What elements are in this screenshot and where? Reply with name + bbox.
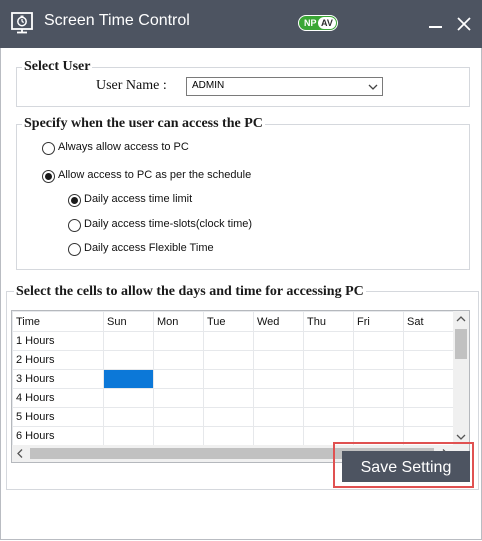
radio-label: Daily access time limit bbox=[84, 193, 193, 205]
schedule-cell-sun[interactable] bbox=[103, 331, 154, 351]
schedule-cell-thu[interactable] bbox=[303, 350, 354, 370]
scroll-left-icon[interactable] bbox=[12, 445, 28, 462]
schedule-cell-tue[interactable] bbox=[203, 369, 254, 389]
table-row: 4 Hours bbox=[12, 388, 454, 408]
schedule-header-row: Time Sun Mon Tue Wed Thu Fri Sat bbox=[12, 311, 454, 332]
row-header: 4 Hours bbox=[12, 388, 104, 408]
table-row: 2 Hours bbox=[12, 350, 454, 370]
table-row: 3 Hours bbox=[12, 369, 454, 389]
schedule-cell-sat[interactable] bbox=[403, 350, 454, 370]
vertical-scrollbar[interactable] bbox=[453, 311, 469, 445]
schedule-cell-fri[interactable] bbox=[353, 388, 404, 408]
schedule-cell-wed[interactable] bbox=[253, 388, 304, 408]
row-header: 2 Hours bbox=[12, 350, 104, 370]
radio-button[interactable] bbox=[42, 142, 55, 155]
schedule-cell-tue[interactable] bbox=[203, 426, 254, 446]
access-title: Specify when the user can access the PC bbox=[22, 116, 265, 132]
schedule-cell-thu[interactable] bbox=[303, 388, 354, 408]
schedule-cell-thu[interactable] bbox=[303, 331, 354, 351]
column-header-sat: Sat bbox=[403, 311, 454, 332]
schedule-cell-fri[interactable] bbox=[353, 331, 404, 351]
user-name-value: ADMIN bbox=[192, 80, 225, 91]
row-header: 6 Hours bbox=[12, 426, 104, 446]
schedule-cell-sun[interactable] bbox=[103, 388, 154, 408]
radio-button[interactable] bbox=[42, 170, 55, 183]
schedule-cell-tue[interactable] bbox=[203, 331, 254, 351]
scroll-up-icon[interactable] bbox=[453, 311, 469, 327]
schedule-cell-fri[interactable] bbox=[353, 369, 404, 389]
schedule-cell-tue[interactable] bbox=[203, 388, 254, 408]
schedule-cell-mon[interactable] bbox=[153, 331, 204, 351]
schedule-cell-sat[interactable] bbox=[403, 388, 454, 408]
schedule-cell-mon[interactable] bbox=[153, 426, 204, 446]
table-row: 5 Hours bbox=[12, 407, 454, 427]
radio-button[interactable] bbox=[68, 194, 81, 207]
schedule-cell-sun[interactable] bbox=[103, 426, 154, 446]
row-header: 1 Hours bbox=[12, 331, 104, 351]
radio-button[interactable] bbox=[68, 243, 81, 256]
user-name-label: User Name : bbox=[96, 78, 167, 93]
schedule-cell-mon[interactable] bbox=[153, 369, 204, 389]
brand-av: AV bbox=[318, 17, 336, 29]
radio-button[interactable] bbox=[68, 219, 81, 232]
radio-label: Always allow access to PC bbox=[58, 141, 189, 153]
radio-label: Daily access Flexible Time bbox=[84, 242, 214, 254]
vertical-scroll-thumb[interactable] bbox=[455, 329, 467, 359]
schedule-title: Select the cells to allow the days and t… bbox=[14, 284, 366, 300]
schedule-cell-thu[interactable] bbox=[303, 369, 354, 389]
column-header-wed: Wed bbox=[253, 311, 304, 332]
column-header-tue: Tue bbox=[203, 311, 254, 332]
column-header-time: Time bbox=[12, 311, 104, 332]
column-header-thu: Thu bbox=[303, 311, 354, 332]
schedule-cell-wed[interactable] bbox=[253, 350, 304, 370]
schedule-cell-wed[interactable] bbox=[253, 369, 304, 389]
schedule-cell-tue[interactable] bbox=[203, 407, 254, 427]
schedule-grid[interactable]: Time Sun Mon Tue Wed Thu Fri Sat 1 Hours 2 Hours 3… bbox=[11, 310, 470, 463]
column-header-sun: Sun bbox=[103, 311, 154, 332]
user-name-dropdown[interactable]: ADMIN bbox=[186, 77, 383, 96]
schedule-cell-wed[interactable] bbox=[253, 407, 304, 427]
column-header-fri: Fri bbox=[353, 311, 404, 332]
column-header-mon: Mon bbox=[153, 311, 204, 332]
schedule-cell-sun[interactable] bbox=[103, 407, 154, 427]
schedule-table[interactable]: Time Sun Mon Tue Wed Thu Fri Sat 1 Hours 2 Hours 3… bbox=[12, 311, 454, 462]
title-bar: Screen Time Control NP AV bbox=[0, 0, 482, 48]
schedule-cell-sat[interactable] bbox=[403, 331, 454, 351]
schedule-cell-fri[interactable] bbox=[353, 407, 404, 427]
chevron-down-icon bbox=[368, 84, 378, 90]
window-title: Screen Time Control bbox=[44, 12, 190, 29]
monitor-clock-icon bbox=[11, 12, 33, 34]
save-setting-button[interactable]: Save Setting bbox=[342, 451, 470, 482]
schedule-cell-fri[interactable] bbox=[353, 350, 404, 370]
radio-label: Allow access to PC as per the schedule bbox=[58, 169, 252, 181]
schedule-cell-thu[interactable] bbox=[303, 407, 354, 427]
minimize-icon[interactable] bbox=[425, 14, 445, 34]
select-user-title: Select User bbox=[22, 59, 93, 75]
schedule-cell-sun[interactable] bbox=[103, 350, 154, 370]
table-row: 1 Hours bbox=[12, 331, 454, 351]
npav-logo: NP AV bbox=[298, 15, 338, 31]
schedule-cell-sat[interactable] bbox=[403, 369, 454, 389]
row-header: 3 Hours bbox=[12, 369, 104, 389]
schedule-cell-wed[interactable] bbox=[253, 331, 304, 351]
schedule-cell-mon[interactable] bbox=[153, 407, 204, 427]
row-header: 5 Hours bbox=[12, 407, 104, 427]
schedule-cell-tue[interactable] bbox=[203, 350, 254, 370]
schedule-cell-mon[interactable] bbox=[153, 350, 204, 370]
schedule-cell-wed[interactable] bbox=[253, 426, 304, 446]
schedule-cell-sun[interactable] bbox=[103, 369, 154, 389]
brand-np: NP bbox=[304, 18, 317, 28]
close-icon[interactable] bbox=[454, 14, 474, 34]
schedule-cell-sat[interactable] bbox=[403, 407, 454, 427]
radio-label: Daily access time-slots(clock time) bbox=[84, 218, 253, 230]
schedule-cell-mon[interactable] bbox=[153, 388, 204, 408]
